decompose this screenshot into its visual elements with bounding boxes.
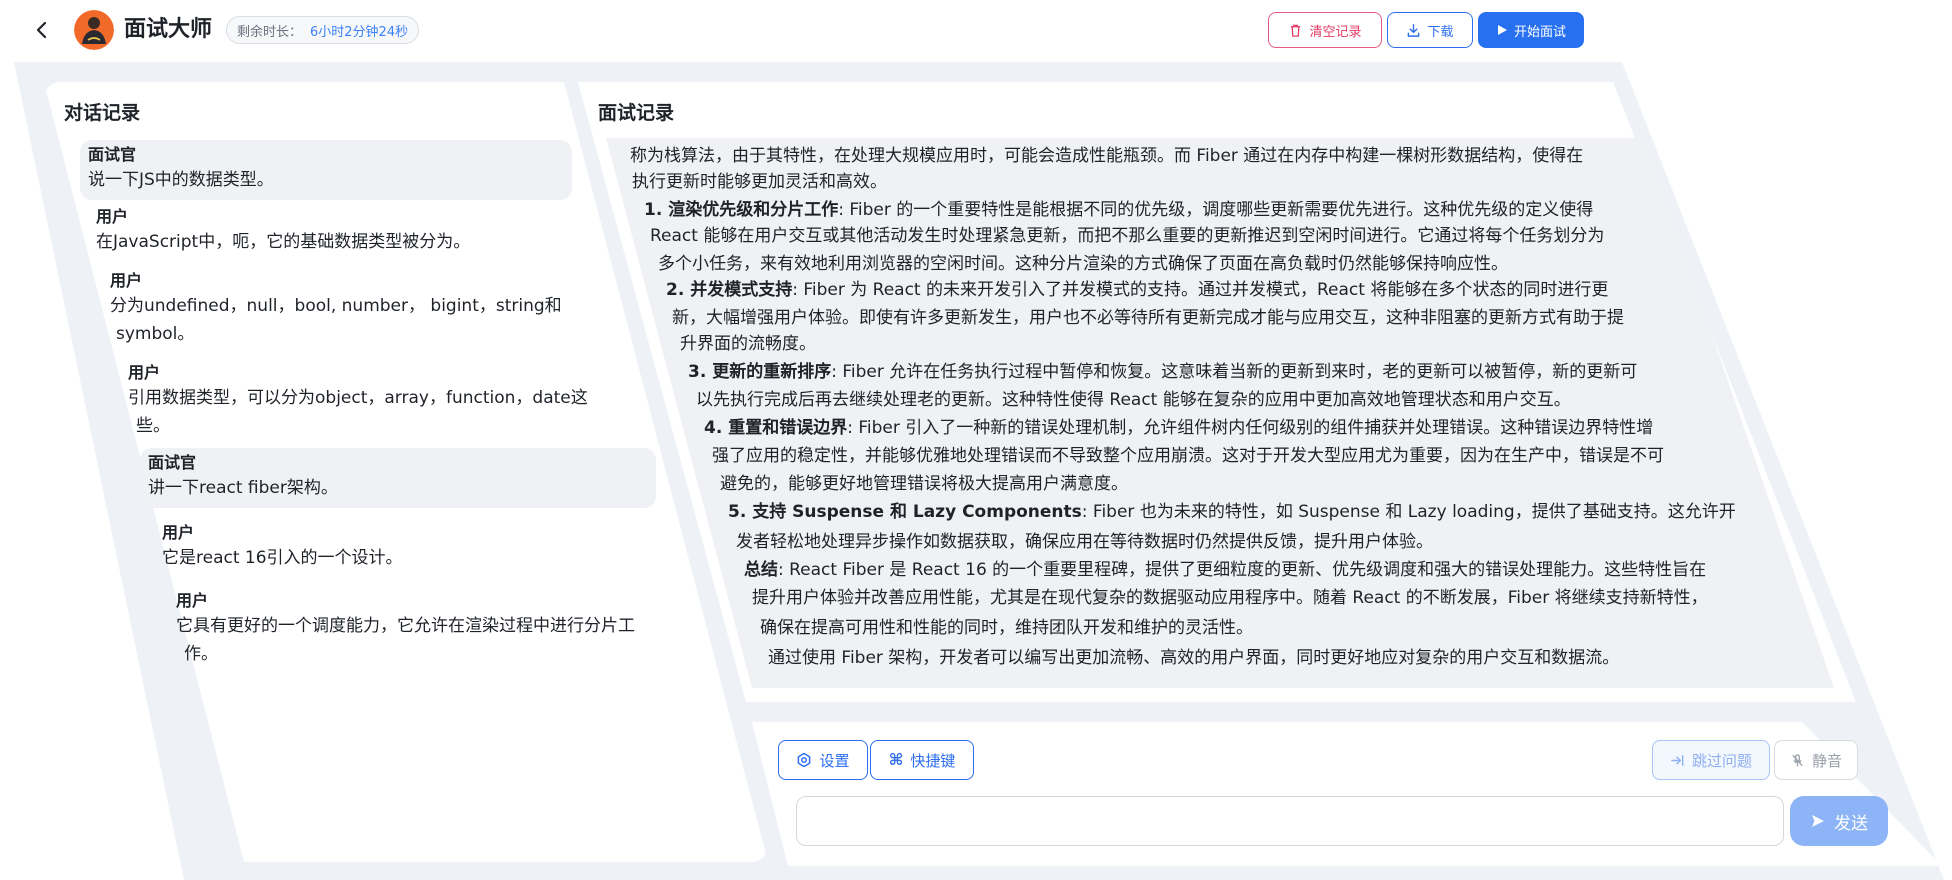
message-user: 用户 分为undefined，null，bool, number， bigint…	[110, 270, 562, 348]
record-line: 以先执行完成后再去继续处理老的更新。这种特性使得 React 能够在复杂的应用中…	[696, 390, 1571, 410]
settings-button[interactable]: 设置	[778, 740, 868, 780]
message-role: 用户	[96, 207, 129, 226]
message-role: 面试官	[88, 145, 137, 164]
clear-records-button[interactable]: 清空记录	[1268, 12, 1382, 48]
send-label: 发送	[1834, 813, 1868, 834]
message-user: 用户 引用数据类型，可以分为object，array，function，date…	[128, 362, 588, 440]
remaining-time-label: 剩余时长：	[237, 24, 303, 40]
record-line: 提升用户体验并改善应用性能，尤其是在现代复杂的数据驱动应用程序中。随着 Reac…	[752, 588, 1708, 608]
message-role: 用户	[176, 591, 209, 610]
download-label: 下载	[1427, 24, 1454, 40]
start-interview-button[interactable]: 开始面试	[1478, 12, 1584, 48]
microphone-muted-icon	[1792, 753, 1803, 766]
record-line: 新，大幅增强用户体验。即使有许多更新发生，用户也不必等待所有更新完成才能与应用交…	[672, 308, 1624, 328]
record-line: 强了应用的稳定性，并能够优雅地处理错误而不导致整个应用崩溃。这对于开发大型应用尤…	[712, 446, 1664, 466]
shortcut-label: 快捷键	[910, 751, 956, 770]
message-text: 说一下JS中的数据类型。	[88, 170, 274, 190]
skip-question-button[interactable]: 跳过问题	[1652, 740, 1770, 780]
app-logo	[74, 10, 114, 50]
record-line: 总结: React Fiber 是 React 16 的一个重要里程碑，提供了更…	[744, 560, 1707, 580]
message-input[interactable]	[796, 796, 1784, 846]
message-text: 它是react 16引入的一个设计。	[162, 548, 403, 568]
send-button[interactable]: 发送	[1790, 796, 1888, 846]
shortcut-button[interactable]: ⌘ 快捷键	[870, 740, 974, 780]
record-line: 1. 渲染优先级和分片工作: Fiber 的一个重要特性是能根据不同的优先级，调…	[644, 200, 1594, 220]
record-line: 确保在提高可用性和性能的同时，维持团队开发和维护的灵活性。	[760, 618, 1253, 638]
message-text: 它具有更好的一个调度能力，它允许在渲染过程中进行分片工	[176, 616, 635, 636]
settings-label: 设置	[819, 751, 850, 770]
gear-icon	[798, 752, 811, 768]
skip-arrow-icon	[1671, 754, 1684, 766]
start-interview-label: 开始面试	[1513, 24, 1566, 40]
send-icon	[1812, 815, 1824, 827]
message-text: 讲一下react fiber架构。	[148, 478, 338, 498]
skip-question-label: 跳过问题	[1691, 751, 1752, 770]
top-bar: 面试大师 剩余时长： 6小时2分钟24秒 清空记录 下载 开始面试	[0, 0, 1620, 60]
message-role: 用户	[110, 271, 143, 290]
record-line: 称为栈算法，由于其特性，在处理大规模应用时，可能会造成性能瓶颈。而 Fiber …	[630, 146, 1584, 166]
command-key-icon: ⌘	[888, 750, 904, 769]
message-text: symbol。	[116, 324, 195, 344]
remaining-time-value: 6小时2分钟24秒	[310, 24, 409, 40]
remaining-time-badge: 剩余时长： 6小时2分钟24秒	[226, 16, 420, 44]
download-button[interactable]: 下载	[1387, 12, 1473, 48]
record-line: 避免的，能够更好地管理错误将极大提高用户满意度。	[720, 474, 1128, 494]
record-line: 4. 重置和错误边界: Fiber 引入了一种新的错误处理机制，允许组件树内任何…	[704, 418, 1654, 438]
record-line: 多个小任务，来有效地利用浏览器的空闲时间。这种分片渲染的方式确保了页面在高负载时…	[658, 254, 1508, 274]
message-text: 作。	[184, 644, 218, 664]
record-line: 5. 支持 Suspense 和 Lazy Components: Fiber …	[728, 502, 1736, 522]
message-interviewer: 面试官 讲一下react fiber架构。	[140, 448, 656, 508]
message-text: 分为undefined，null，bool, number， bigint，st…	[110, 296, 562, 316]
mute-button[interactable]: 静音	[1774, 740, 1858, 780]
message-text: 些。	[136, 416, 170, 436]
record-line: React 能够在用户交互或其他活动发生时处理紧急更新，而把不那么重要的更新推迟…	[650, 226, 1605, 246]
clear-records-label: 清空记录	[1309, 24, 1362, 40]
message-user: 用户 在JavaScript中，呃，它的基础数据类型被分为。	[96, 206, 470, 256]
message-role: 用户	[162, 523, 195, 542]
record-line: 升界面的流畅度。	[680, 334, 816, 354]
message-text: 引用数据类型，可以分为object，array，function，date这	[128, 388, 588, 408]
record-line: 通过使用 Fiber 架构，开发者可以编写出更加流畅、高效的用户界面，同时更好地…	[768, 648, 1620, 668]
app-title: 面试大师	[124, 17, 213, 42]
trash-icon	[1291, 24, 1301, 37]
record-line: 3. 更新的重新排序: Fiber 允许在任务执行过程中暂停和恢复。这意味着当新…	[688, 362, 1638, 382]
message-text: 在JavaScript中，呃，它的基础数据类型被分为。	[96, 232, 471, 252]
back-button[interactable]	[30, 18, 54, 42]
record-line: 2. 并发模式支持: Fiber 为 React 的未来开发引入了并发模式的支持…	[666, 280, 1609, 300]
play-icon	[1497, 25, 1507, 35]
mute-label: 静音	[1811, 751, 1842, 770]
message-user: 用户 它具有更好的一个调度能力，它允许在渲染过程中进行分片工 作。	[176, 590, 635, 668]
chevron-left-icon	[36, 21, 47, 39]
record-line: 发者轻松地处理异步操作如数据获取，确保应用在等待数据时仍然提供反馈，提升用户体验…	[736, 532, 1433, 552]
message-interviewer: 面试官 说一下JS中的数据类型。	[80, 140, 572, 200]
message-user: 用户 它是react 16引入的一个设计。	[162, 522, 403, 572]
conversation-panel-title: 对话记录	[64, 102, 141, 124]
message-role: 用户	[128, 363, 161, 382]
download-icon	[1408, 23, 1420, 37]
message-role: 面试官	[148, 453, 197, 472]
record-line: 执行更新时能够更加灵活和高效。	[632, 172, 887, 192]
interview-record-title: 面试记录	[598, 102, 675, 124]
